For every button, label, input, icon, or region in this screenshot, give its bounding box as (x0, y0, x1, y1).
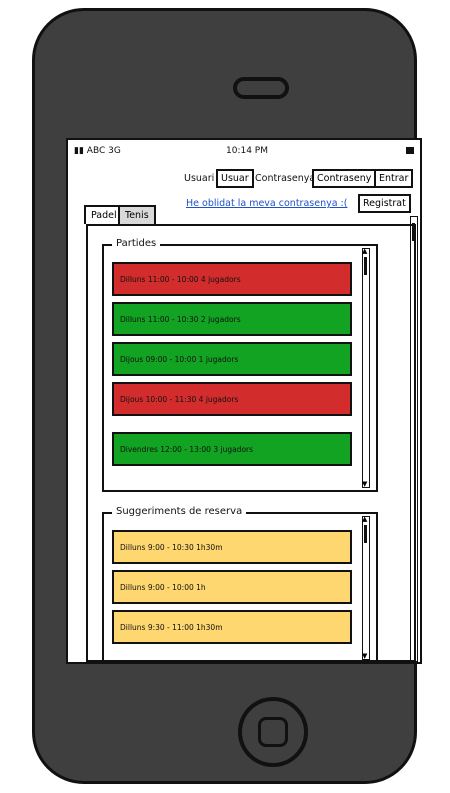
user-input[interactable]: Usuar (216, 169, 254, 188)
status-bar: ▮▮ ABC 3G 10:14 PM (68, 140, 420, 164)
suggestions-scrollbar[interactable]: ▲ ▼ (362, 515, 370, 660)
home-button-icon (258, 717, 288, 747)
match-item-text: Dijous 09:00 - 10:00 1 jugadors (120, 355, 239, 364)
login-button[interactable]: Entrar (374, 169, 414, 188)
chevron-up-icon[interactable]: ▲ (362, 247, 367, 255)
suggestion-item[interactable]: Dilluns 9:00 - 10:30 1h30m (112, 530, 352, 564)
password-input[interactable]: Contraseny (312, 169, 377, 188)
register-button[interactable]: Registrat (358, 194, 411, 213)
clock: 10:14 PM (226, 146, 268, 156)
speaker-slot (233, 77, 289, 99)
suggestion-item-text: Dilluns 9:00 - 10:30 1h30m (120, 543, 223, 552)
carrier-label: ▮▮ ABC 3G (74, 146, 121, 156)
carrier-text: ABC 3G (86, 146, 121, 156)
phone-screen: ▮▮ ABC 3G 10:14 PM Usuari Usuar Contrase… (66, 138, 422, 664)
signal-bars-icon: ▮▮ (74, 146, 84, 156)
battery-icon (406, 147, 414, 154)
chevron-down-icon[interactable]: ▼ (362, 652, 367, 660)
match-item[interactable]: Dilluns 11:00 - 10:30 2 jugadors (112, 302, 352, 336)
suggestion-item-text: Dilluns 9:00 - 10:00 1h (120, 583, 206, 592)
tab-content: Partides Dilluns 11:00 - 10:00 4 jugador… (86, 224, 416, 662)
suggestions-title: Suggeriments de reserva (112, 506, 247, 517)
match-item[interactable]: Dijous 10:00 - 11:30 4 jugadors (112, 382, 352, 416)
chevron-up-icon[interactable]: ▲ (362, 515, 367, 523)
suggestion-item-text: Dilluns 9:30 - 11:00 1h30m (120, 623, 223, 632)
user-label: Usuari (184, 173, 215, 184)
chevron-down-icon[interactable]: ▼ (362, 480, 367, 488)
match-item-text: Dilluns 11:00 - 10:00 4 jugadors (120, 275, 241, 284)
matches-scrollbar[interactable]: ▲ ▼ (362, 247, 370, 488)
forgot-password-link[interactable]: He oblidat la meva contrasenya :( (186, 198, 347, 209)
suggestions-scroll-thumb[interactable] (364, 525, 367, 543)
matches-group: Partides Dilluns 11:00 - 10:00 4 jugador… (102, 238, 378, 492)
suggestion-item[interactable]: Dilluns 9:30 - 11:00 1h30m (112, 610, 352, 644)
matches-title: Partides (112, 238, 161, 249)
match-item[interactable]: Dilluns 11:00 - 10:00 4 jugadors (112, 262, 352, 296)
tab-tenis[interactable]: Tenis (118, 205, 156, 224)
home-button[interactable] (238, 697, 308, 767)
match-item[interactable]: Divendres 12:00 - 13:00 3 jugadors (112, 432, 352, 466)
match-item[interactable]: Dijous 09:00 - 10:00 1 jugadors (112, 342, 352, 376)
match-item-text: Divendres 12:00 - 13:00 3 jugadors (120, 445, 254, 454)
suggestion-item[interactable]: Dilluns 9:00 - 10:00 1h (112, 570, 352, 604)
matches-scroll-thumb[interactable] (364, 257, 367, 275)
suggestions-group: Suggeriments de reserva Dilluns 9:00 - 1… (102, 506, 378, 662)
match-item-text: Dijous 10:00 - 11:30 4 jugadors (120, 395, 239, 404)
match-item-text: Dilluns 11:00 - 10:30 2 jugadors (120, 315, 241, 324)
password-label: Contrasenya (255, 173, 316, 184)
